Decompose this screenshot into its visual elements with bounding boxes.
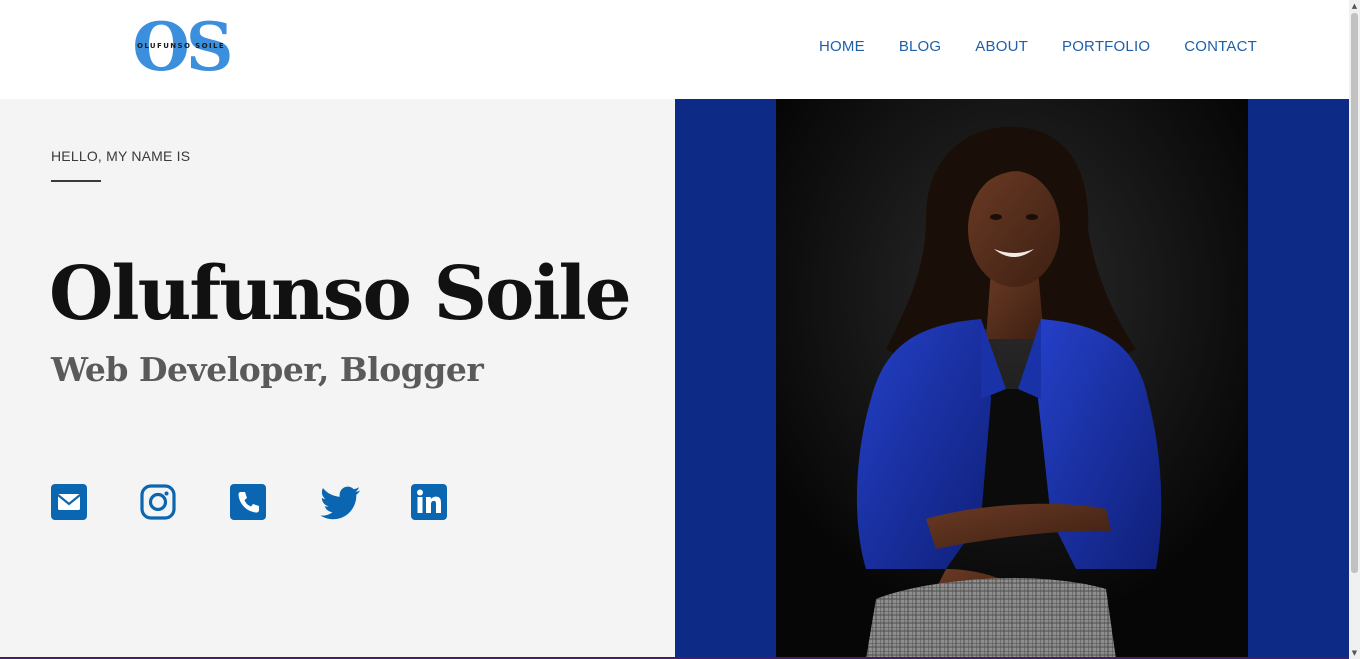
page-scrollbar[interactable]: ▲ ▼: [1349, 0, 1360, 659]
scroll-down-icon[interactable]: ▼: [1349, 647, 1360, 659]
twitter-icon: [320, 486, 360, 520]
instagram-icon: [140, 484, 176, 520]
hero-photo-panel: [675, 99, 1349, 659]
portrait-photo: [776, 99, 1248, 659]
phone-link[interactable]: [229, 483, 267, 521]
site-header: OS OLUFUNSO SOILE HOME BLOG ABOUT PORTFO…: [0, 0, 1349, 99]
site-logo[interactable]: OS OLUFUNSO SOILE: [129, 12, 233, 82]
scroll-up-icon[interactable]: ▲: [1349, 0, 1360, 12]
nav-contact[interactable]: CONTACT: [1184, 36, 1257, 58]
scroll-thumb[interactable]: [1351, 13, 1358, 573]
hero-name: Olufunso Soile: [49, 251, 632, 337]
twitter-link[interactable]: [320, 483, 362, 521]
nav-about[interactable]: ABOUT: [975, 36, 1028, 58]
linkedin-link[interactable]: [410, 483, 448, 521]
phone-icon: [230, 484, 266, 520]
main-nav: HOME BLOG ABOUT PORTFOLIO CONTACT: [819, 36, 1257, 58]
linkedin-icon: [411, 484, 447, 520]
envelope-icon: [51, 484, 87, 520]
nav-portfolio[interactable]: PORTFOLIO: [1062, 36, 1150, 58]
hero-intro: HELLO, MY NAME IS Olufunso Soile Web Dev…: [0, 99, 675, 659]
nav-home[interactable]: HOME: [819, 36, 865, 58]
logo-name: OLUFUNSO SOILE: [136, 42, 226, 50]
email-link[interactable]: [50, 483, 88, 521]
nav-blog[interactable]: BLOG: [899, 36, 941, 58]
hero-role: Web Developer, Blogger: [51, 350, 484, 389]
portrait-illustration: [776, 99, 1248, 659]
instagram-link[interactable]: [139, 483, 177, 521]
greeting-divider: [51, 180, 101, 182]
hero-greeting: HELLO, MY NAME IS: [51, 148, 191, 164]
